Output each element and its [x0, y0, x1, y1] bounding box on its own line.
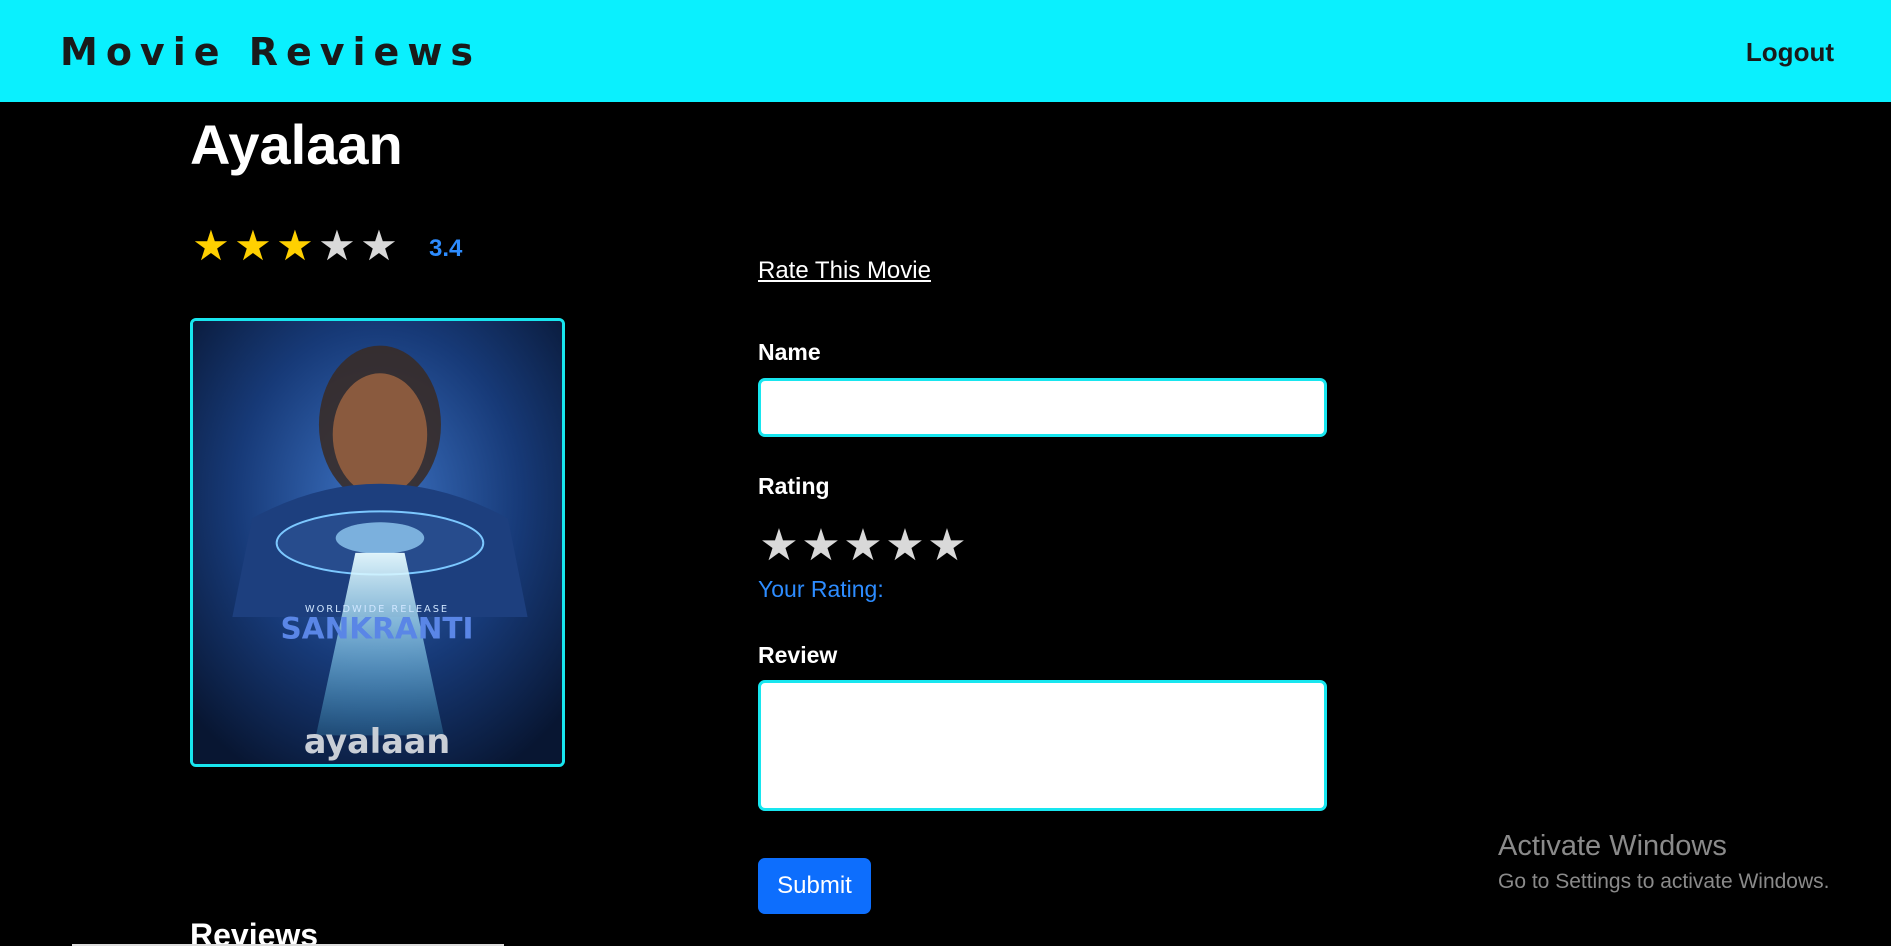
star-filled-icon: ★: [192, 221, 230, 270]
star-empty-icon[interactable]: ★: [758, 520, 800, 572]
name-input[interactable]: [758, 378, 1327, 437]
rating-label: Rating: [758, 473, 830, 499]
average-rating-value: 3.4: [429, 235, 463, 262]
star-empty-icon[interactable]: ★: [842, 520, 884, 572]
activate-windows-subtitle: Go to Settings to activate Windows.: [1498, 870, 1830, 893]
poster-logo-text: ayalaan: [304, 722, 450, 761]
star-empty-icon: ★: [360, 221, 398, 270]
star-filled-icon: ★: [234, 221, 272, 270]
rate-this-movie-link[interactable]: Rate This Movie: [758, 257, 931, 285]
submit-button[interactable]: Submit: [758, 858, 871, 914]
activate-windows-title: Activate Windows: [1498, 830, 1727, 862]
rating-star-input[interactable]: ★ ★ ★ ★ ★: [758, 520, 968, 572]
your-rating-label: Your Rating:: [758, 576, 884, 602]
star-empty-icon: ★: [318, 221, 356, 270]
reviews-heading: Reviews: [190, 917, 319, 946]
star-filled-icon: ★: [276, 221, 314, 270]
star-empty-icon[interactable]: ★: [926, 520, 968, 572]
navbar: Movie Reviews Logout: [0, 0, 1891, 102]
average-rating-stars: ★ ★ ★ ★ ★: [190, 222, 400, 270]
review-label: Review: [758, 642, 838, 668]
movie-title: Ayalaan: [190, 113, 403, 176]
poster-image: WORLDWIDE RELEASE SANKRANTI ayalaan: [193, 321, 562, 764]
name-label: Name: [758, 339, 821, 365]
star-empty-icon[interactable]: ★: [800, 520, 842, 572]
movie-poster: WORLDWIDE RELEASE SANKRANTI ayalaan: [190, 318, 565, 767]
poster-festival-text: SANKRANTI: [280, 612, 473, 646]
brand-title[interactable]: Movie Reviews: [60, 30, 481, 74]
review-textarea[interactable]: [758, 680, 1327, 811]
logout-button[interactable]: Logout: [1746, 37, 1834, 68]
star-empty-icon[interactable]: ★: [884, 520, 926, 572]
